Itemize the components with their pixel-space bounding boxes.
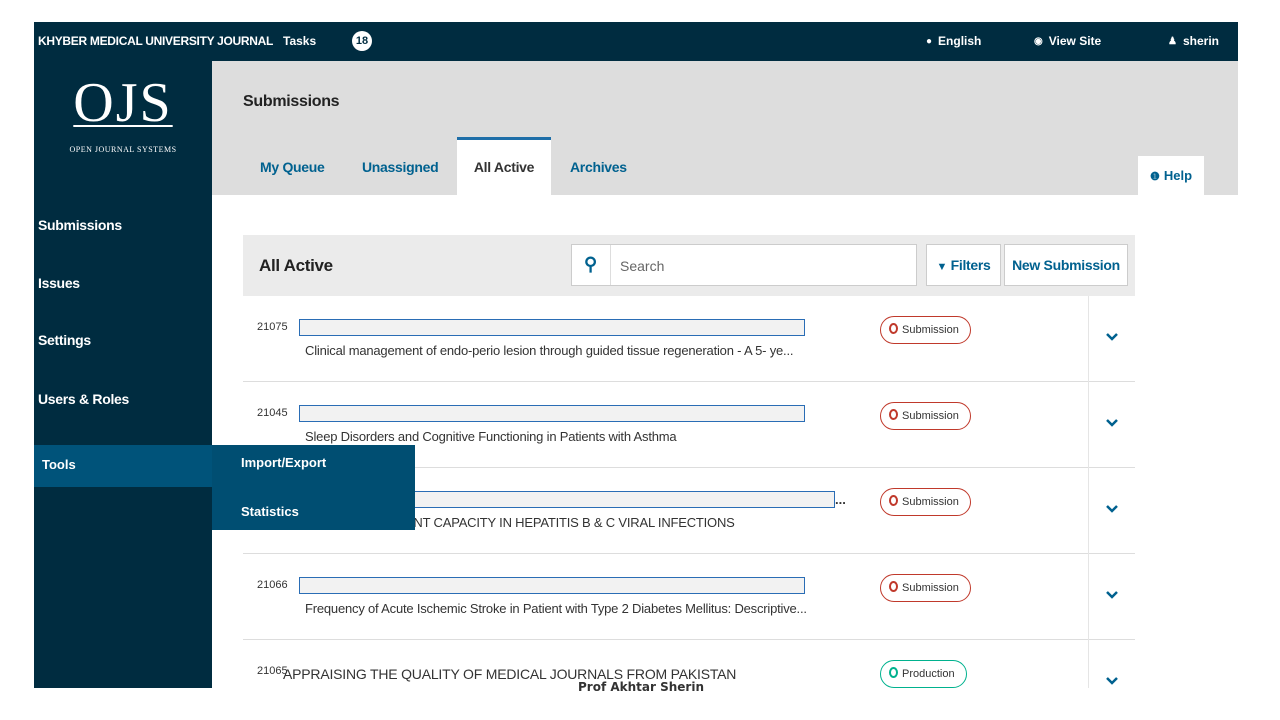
stage-label: Submission (902, 324, 959, 336)
tasks-link[interactable]: Tasks (283, 34, 316, 48)
stage-label: Submission (902, 582, 959, 594)
panel-title: All Active (259, 256, 333, 275)
sidebar: OJS OPEN JOURNAL SYSTEMS Submissions Iss… (34, 61, 224, 688)
main-content: All Active ⚲ ▼ Filters New Submission 21… (212, 195, 1238, 688)
page-header: Submissions My Queue Unassigned All Acti… (212, 61, 1238, 195)
author-redacted (299, 405, 805, 422)
chevron-down-icon[interactable] (1105, 674, 1119, 688)
language-menu[interactable]: ● English (926, 34, 981, 48)
author-truncation: ... (835, 492, 846, 507)
submission-title[interactable]: Frequency of Acute Ischemic Stroke in Pa… (305, 601, 807, 616)
tab-all-active[interactable]: All Active (457, 137, 551, 195)
stage-dot-icon (889, 495, 898, 506)
search-input[interactable] (620, 255, 900, 277)
stage-dot-icon (889, 581, 898, 592)
logo-mark: OJS (73, 72, 173, 134)
sidebar-item-tools[interactable]: Tools (34, 445, 224, 487)
stage-label: Submission (902, 496, 959, 508)
ojs-logo[interactable]: OJS OPEN JOURNAL SYSTEMS (34, 75, 212, 154)
submenu-item-import-export[interactable]: Import/Export (241, 455, 326, 470)
list-panel-header: All Active ⚲ ▼ Filters New Submission (243, 235, 1135, 296)
page-title: Submissions (243, 93, 340, 110)
tasks-count-badge[interactable]: 18 (352, 31, 372, 51)
chevron-down-icon[interactable] (1105, 330, 1119, 344)
filters-label: Filters (950, 257, 991, 273)
submission-id: 21045 (257, 407, 288, 419)
info-icon: ❶ (1150, 171, 1160, 183)
search-divider (610, 245, 611, 285)
new-submission-button[interactable]: New Submission (1004, 244, 1128, 286)
chevron-down-icon[interactable] (1105, 588, 1119, 602)
submission-row[interactable]: 21075 Clinical management of endo-perio … (243, 296, 1135, 382)
view-site-link[interactable]: ◉ View Site (1034, 34, 1101, 48)
row-divider (1088, 640, 1089, 688)
filter-icon: ▼ (936, 261, 948, 273)
tab-unassigned[interactable]: Unassigned (362, 159, 439, 175)
row-divider (1088, 554, 1089, 640)
tools-submenu: Import/Export Statistics (212, 445, 415, 530)
help-button[interactable]: ❶ Help (1138, 156, 1204, 195)
search-field[interactable]: ⚲ (571, 244, 917, 286)
stage-label: Production (902, 668, 955, 680)
author-redacted (299, 577, 805, 594)
sidebar-item-settings[interactable]: Settings (38, 332, 91, 348)
stage-dot-icon (889, 409, 898, 420)
stage-dot-icon (889, 667, 898, 678)
globe-icon: ● (926, 35, 933, 47)
stage-badge: Submission (880, 402, 971, 430)
chevron-down-icon[interactable] (1105, 416, 1119, 430)
submission-row[interactable]: 21066 Frequency of Acute Ischemic Stroke… (243, 554, 1135, 640)
stage-badge: Submission (880, 488, 971, 516)
submission-title[interactable]: Sleep Disorders and Cognitive Functionin… (305, 429, 677, 444)
user-name: sherin (1182, 34, 1219, 48)
sidebar-item-tools-label: Tools (42, 457, 76, 472)
logo-subtitle: OPEN JOURNAL SYSTEMS (69, 145, 177, 154)
sidebar-item-issues[interactable]: Issues (38, 275, 80, 291)
tab-my-queue[interactable]: My Queue (260, 159, 325, 175)
stage-label: Submission (902, 410, 959, 422)
language-label: English (938, 34, 982, 48)
tab-archives[interactable]: Archives (570, 159, 627, 175)
submenu-item-statistics[interactable]: Statistics (241, 504, 299, 519)
view-site-label: View Site (1048, 34, 1102, 48)
row-divider (1088, 296, 1089, 382)
chevron-down-icon[interactable] (1105, 502, 1119, 516)
row-divider (1088, 382, 1089, 468)
stage-dot-icon (889, 323, 898, 334)
user-menu[interactable]: ♟ sherin (1168, 34, 1219, 48)
footer-name: Prof Akhtar Sherin (578, 680, 704, 694)
submission-id: 21066 (257, 579, 288, 591)
journal-name[interactable]: KHYBER MEDICAL UNIVERSITY JOURNAL (38, 34, 273, 48)
top-bar: KHYBER MEDICAL UNIVERSITY JOURNAL Tasks … (34, 22, 1238, 61)
sidebar-item-submissions[interactable]: Submissions (38, 217, 122, 233)
ojs-window: KHYBER MEDICAL UNIVERSITY JOURNAL Tasks … (34, 22, 1238, 688)
help-label: Help (1163, 168, 1193, 183)
submission-id: 21075 (257, 321, 288, 333)
user-icon: ♟ (1168, 35, 1177, 47)
search-icon: ⚲ (584, 254, 598, 274)
filters-button[interactable]: ▼ Filters (926, 244, 1001, 286)
eye-icon: ◉ (1034, 35, 1043, 47)
row-divider (1088, 468, 1089, 554)
submission-title[interactable]: Clinical management of endo-perio lesion… (305, 343, 793, 358)
sidebar-item-users-roles[interactable]: Users & Roles (38, 391, 129, 407)
stage-badge: Production (880, 660, 967, 688)
stage-badge: Submission (880, 316, 971, 344)
stage-badge: Submission (880, 574, 971, 602)
author-redacted (299, 319, 805, 336)
